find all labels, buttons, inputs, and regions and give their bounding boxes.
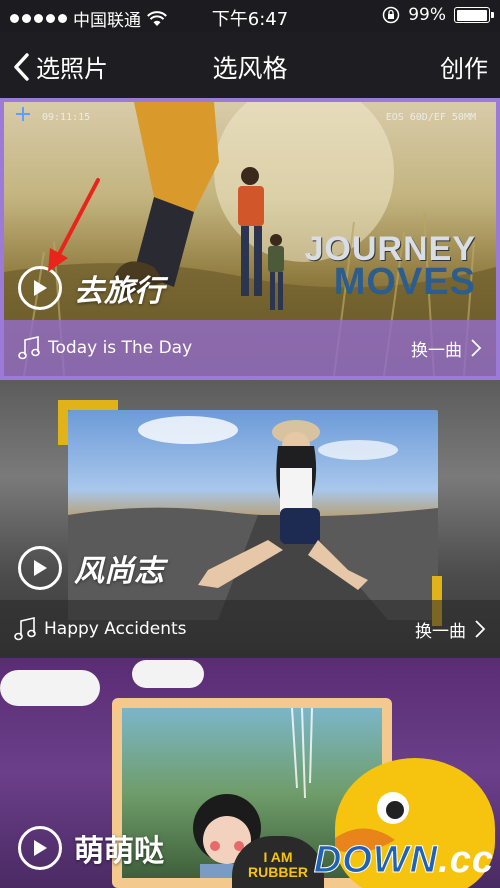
cloud-decoration — [0, 670, 100, 706]
play-icon — [18, 826, 62, 870]
music-note-icon — [14, 617, 36, 641]
overlay-line-1: JOURNEY — [304, 230, 476, 268]
journey-moves-overlay: JOURNEY MOVES — [304, 230, 476, 303]
create-button[interactable]: 创作 — [440, 49, 488, 84]
watermark-part-1: DOWN — [313, 839, 439, 882]
site-watermark: DOWN.cc — [313, 839, 494, 882]
page-title: 选风格 — [212, 54, 288, 83]
song-info: Today is The Day — [18, 336, 192, 360]
battery-fill — [456, 9, 488, 21]
music-bar: Today is The Day 换一曲 — [4, 320, 496, 376]
music-note-icon — [18, 336, 40, 360]
orientation-lock-icon — [382, 6, 400, 24]
style-name: 萌萌哒 — [74, 834, 164, 869]
watermark-part-2: .cc — [438, 839, 494, 881]
song-title: Today is The Day — [48, 338, 193, 358]
song-title: Happy Accidents — [44, 619, 187, 639]
camera-info: EOS 60D/EF 50MM — [385, 112, 476, 123]
rubber-sign-text: I AM RUBBER — [248, 849, 308, 881]
camera-timecode: 09:11:15 — [42, 112, 91, 123]
song-info: Happy Accidents — [14, 617, 187, 641]
status-bar: 中国联通 下午6:47 99% — [0, 0, 500, 32]
style-card-fashion[interactable]: 风尚志 Happy Accidents 换一曲 — [0, 380, 500, 658]
battery-percent: 99% — [408, 5, 446, 25]
battery-icon — [454, 7, 494, 23]
preview-play-button[interactable]: 风尚志 — [18, 546, 164, 590]
overlay-line-2: MOVES — [333, 260, 476, 303]
cloud-decoration — [132, 660, 204, 688]
style-name: 风尚志 — [74, 554, 164, 589]
status-right: 99% — [382, 5, 494, 25]
music-bar: Happy Accidents 换一曲 — [0, 600, 500, 658]
chevron-right-icon — [471, 339, 482, 357]
play-icon — [18, 546, 62, 590]
annotation-arrow-icon — [48, 178, 100, 272]
chevron-right-icon — [475, 620, 486, 638]
change-song-label: 换一曲 — [415, 621, 466, 642]
change-song-button[interactable]: 换一曲 — [415, 617, 486, 642]
preview-play-button[interactable]: 萌萌哒 — [18, 826, 164, 870]
nav-bar: 选照片 选风格 创作 — [0, 32, 500, 98]
change-song-label: 换一曲 — [411, 340, 462, 361]
change-song-button[interactable]: 换一曲 — [411, 336, 482, 361]
frame-corner — [58, 400, 68, 445]
